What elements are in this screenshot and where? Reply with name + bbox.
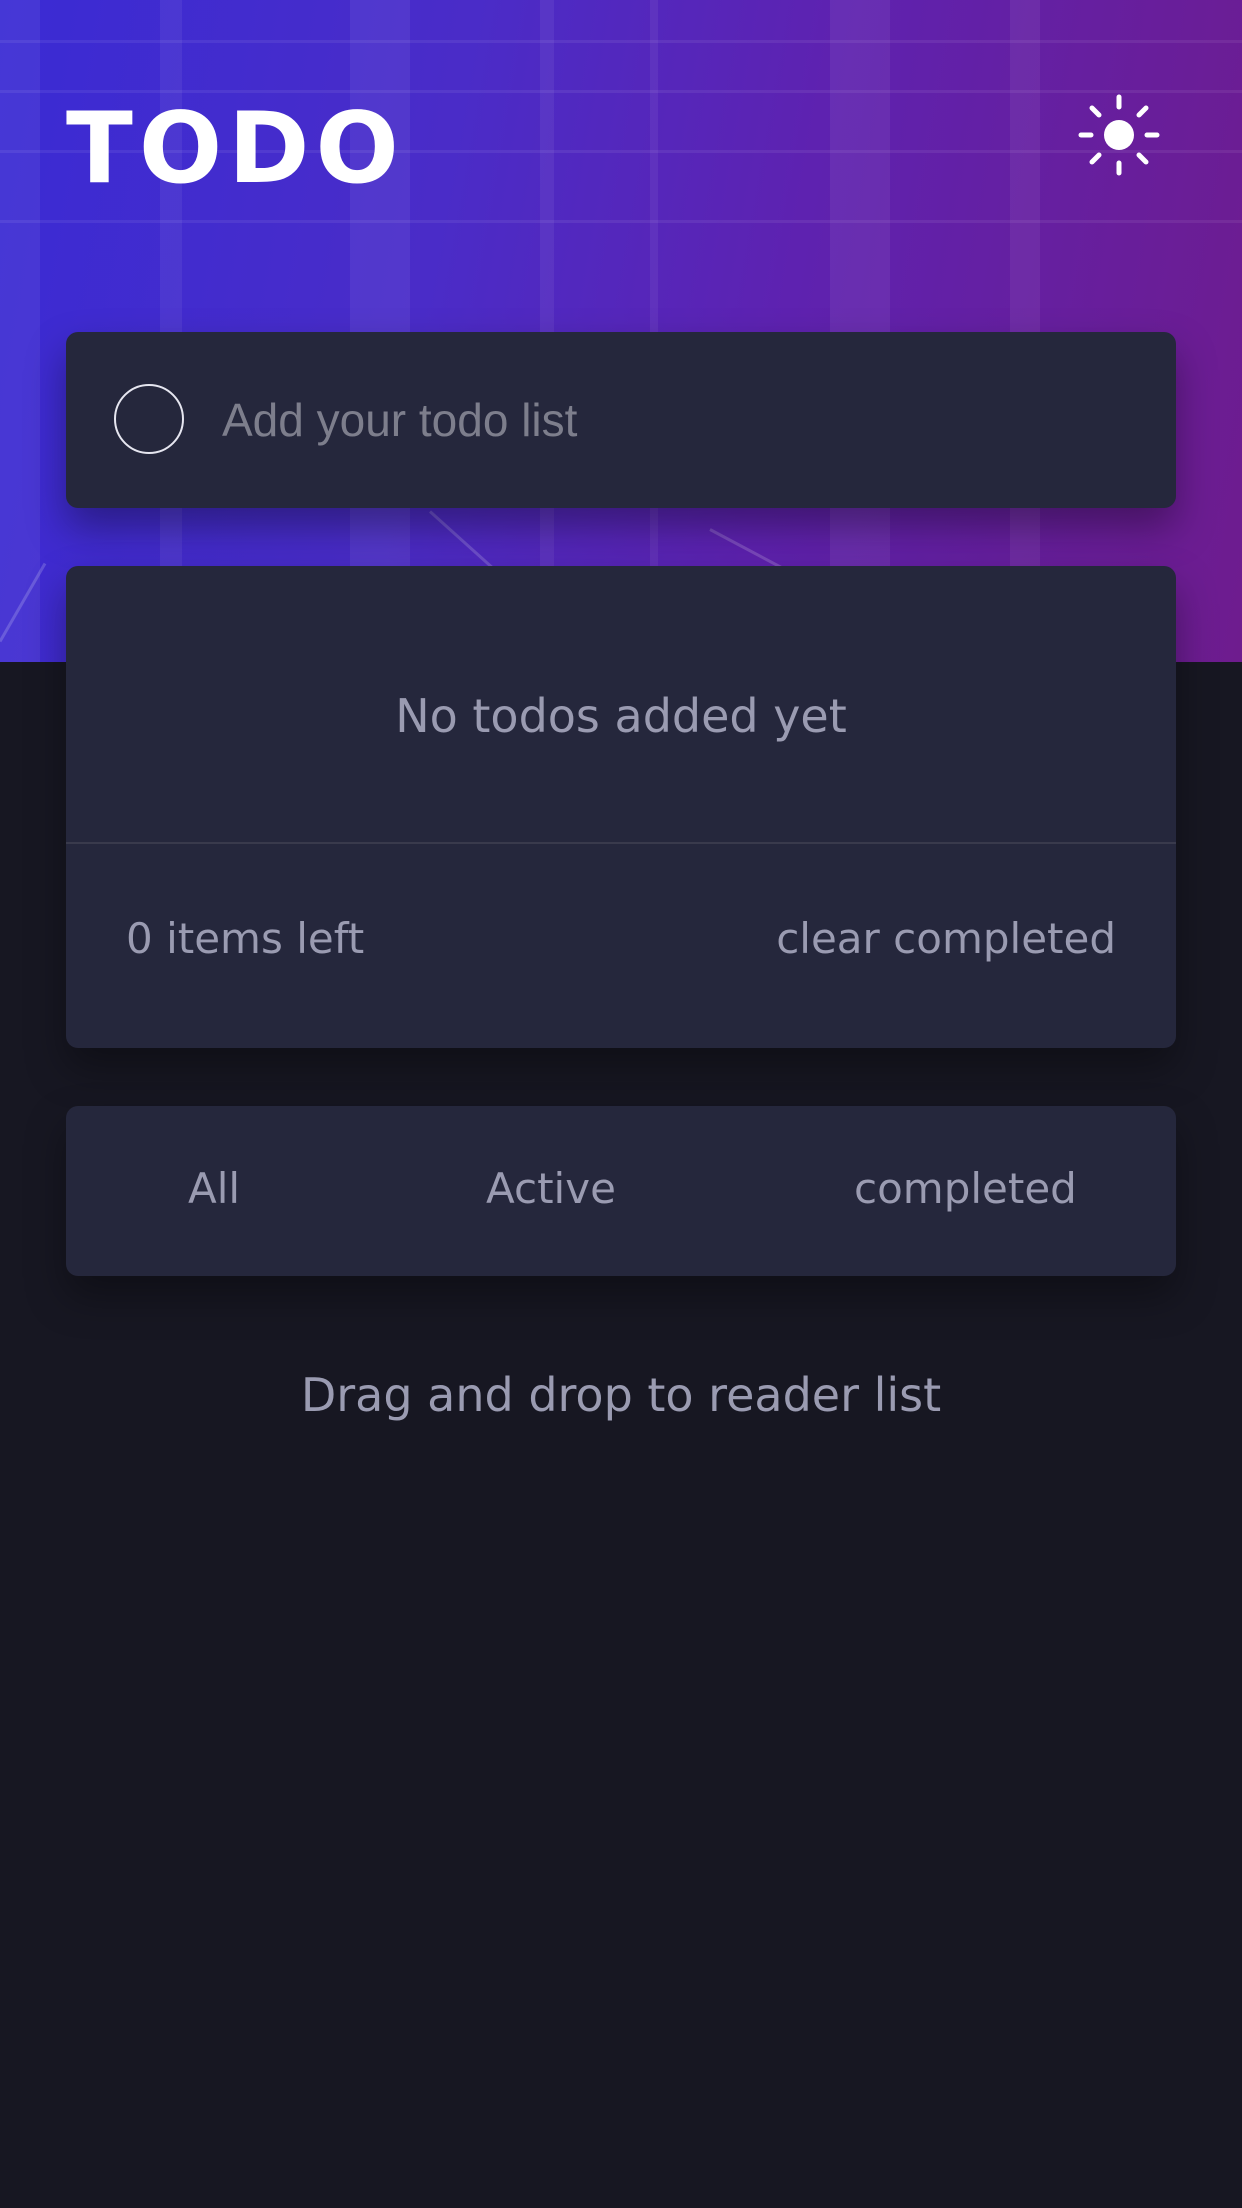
background-stripe	[830, 0, 890, 662]
new-todo-card	[66, 332, 1176, 508]
list-divider	[66, 842, 1176, 844]
background-line	[0, 40, 1242, 43]
filter-active-button[interactable]: Active	[486, 1168, 616, 1210]
filter-completed-button[interactable]: completed	[854, 1168, 1077, 1210]
filter-all-button[interactable]: All	[188, 1168, 240, 1210]
empty-list-message: No todos added yet	[395, 689, 847, 743]
theme-toggle-button[interactable]	[1078, 94, 1160, 176]
todo-list-card: No todos added yet 0 items left clear co…	[66, 566, 1176, 1048]
sun-icon	[1078, 94, 1160, 176]
background-stripe	[540, 0, 554, 662]
background-line	[0, 220, 1242, 223]
background-stripe	[0, 0, 40, 662]
clear-completed-button[interactable]: clear completed	[776, 918, 1116, 960]
new-todo-input[interactable]	[222, 370, 1122, 470]
app-title: TODO	[66, 92, 405, 206]
new-todo-checkbox[interactable]	[114, 384, 184, 454]
drag-drop-hint: Drag and drop to reader list	[300, 1368, 942, 1422]
items-left-count: 0 items left	[126, 914, 365, 963]
background-stripe	[1010, 0, 1040, 662]
background-stripe	[650, 0, 658, 662]
filter-bar: All Active completed	[66, 1106, 1176, 1276]
